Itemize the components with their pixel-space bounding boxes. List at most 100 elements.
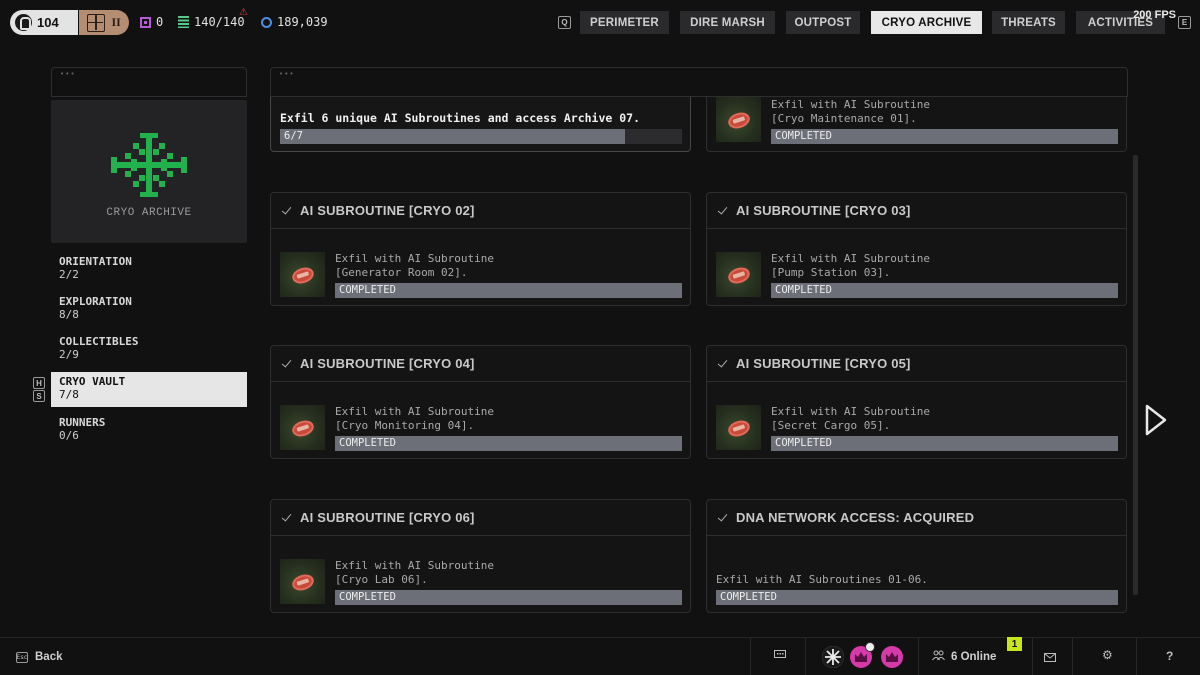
zone-emblem-label: CRYO ARCHIVE [106, 207, 192, 219]
mouse-cursor-icon [1145, 404, 1167, 436]
checkmark-icon [281, 512, 292, 523]
currency-stat: 189,039 [261, 15, 328, 29]
tab-cryo-archive[interactable]: CRYO ARCHIVE [871, 11, 982, 34]
tab-perimeter[interactable]: PERIMETER [580, 11, 669, 34]
currency-value: 189,039 [277, 15, 328, 29]
category-up-key-hint: H [33, 377, 45, 389]
completion-status: COMPLETED [775, 130, 832, 142]
warning-icon: ⚠ [239, 7, 248, 18]
tab-left-key-hint: Q [558, 16, 571, 29]
subroutine-card-cryo-01[interactable]: Exfil with AI Subroutine [Cryo Maintenan… [706, 97, 1127, 152]
chat-icon[interactable] [774, 649, 786, 663]
data-chip-icon [726, 264, 752, 287]
dna-network-access-card[interactable]: DNA NETWORK ACCESS: ACQUIRED Exfil with … [706, 499, 1127, 613]
supply-icon [178, 16, 189, 28]
card-header: AI SUBROUTINE [CRYO 02] [271, 193, 690, 229]
tab-outpost[interactable]: OUTPOST [786, 11, 860, 34]
mic-icon [865, 642, 875, 652]
divider [750, 638, 751, 675]
frame-dots-icon: ••• [279, 70, 295, 78]
completion-status: COMPLETED [720, 591, 777, 603]
party-member-avatar[interactable] [881, 646, 903, 668]
main-header-frame: ••• [270, 67, 1128, 97]
premium-currency-stat: 0 [140, 15, 163, 29]
rank-value: II [111, 15, 121, 29]
completion-bar: COMPLETED [771, 283, 1118, 298]
objective-progress-bar: 6/7 [280, 129, 682, 144]
completion-bar: COMPLETED [771, 436, 1118, 451]
player-avatar[interactable] [822, 646, 844, 668]
category-cryo-vault[interactable]: CRYO VAULT 7/8 [51, 372, 247, 407]
card-desc-line: Exfil with AI Subroutines 01-06. [716, 573, 928, 586]
cryo-archive-emblem-icon [111, 133, 187, 197]
category-name: CRYO VAULT [59, 375, 126, 388]
card-header: AI SUBROUTINE [CRYO 05] [707, 346, 1126, 382]
category-name: EXPLORATION [59, 295, 132, 308]
card-header: AI SUBROUTINE [CRYO 06] [271, 500, 690, 536]
fps-counter: 200 FPS [1133, 9, 1176, 21]
checkmark-icon [717, 205, 728, 216]
completion-status: COMPLETED [339, 437, 396, 449]
objective-progress-label: 6/7 [284, 130, 303, 142]
card-desc-line1: Exfil with AI Subroutine [771, 252, 930, 265]
card-desc-line2: [Cryo Maintenance 01]. [771, 112, 917, 125]
premium-currency-value: 0 [156, 15, 164, 29]
completion-bar: COMPLETED [335, 436, 682, 451]
card-desc-line1: Exfil with AI Subroutine [335, 405, 494, 418]
subroutine-card-cryo-06[interactable]: AI SUBROUTINE [CRYO 06] Exfil with AI Su… [270, 499, 691, 613]
premium-currency-icon [140, 16, 151, 28]
category-runners[interactable]: RUNNERS 0/6 [51, 413, 247, 448]
checkmark-icon [717, 512, 728, 523]
content-scrollbar[interactable] [1133, 155, 1138, 595]
subroutine-card-cryo-05[interactable]: AI SUBROUTINE [CRYO 05] Exfil with AI Su… [706, 345, 1127, 459]
mail-icon[interactable] [1044, 651, 1056, 665]
subroutine-card-cryo-03[interactable]: AI SUBROUTINE [CRYO 03] Exfil with AI Su… [706, 192, 1127, 306]
checkmark-icon [281, 205, 292, 216]
online-friends-count[interactable]: 6 Online [951, 651, 996, 663]
player-level-icon [15, 14, 32, 31]
player-level-badge[interactable]: 104 [10, 10, 78, 35]
back-key-hint: Esc [16, 652, 28, 663]
category-orientation[interactable]: ORIENTATION 2/2 [51, 252, 247, 287]
completion-status: COMPLETED [775, 437, 832, 449]
divider [918, 638, 919, 675]
card-title: AI SUBROUTINE [CRYO 05] [736, 356, 911, 371]
category-exploration[interactable]: EXPLORATION 8/8 [51, 292, 247, 327]
card-title: AI SUBROUTINE [CRYO 02] [300, 203, 475, 218]
card-title: AI SUBROUTINE [CRYO 06] [300, 510, 475, 525]
supply-value: 140/140 [194, 15, 245, 29]
category-progress: 0/6 [59, 429, 79, 442]
category-down-key-hint: S [33, 390, 45, 402]
category-progress: 2/2 [59, 268, 79, 281]
supply-stat: 140/140 [178, 15, 245, 29]
card-header: AI SUBROUTINE [CRYO 04] [271, 346, 690, 382]
card-title: DNA NETWORK ACCESS: ACQUIRED [736, 510, 975, 525]
subroutine-card-cryo-04[interactable]: AI SUBROUTINE [CRYO 04] Exfil with AI Su… [270, 345, 691, 459]
card-desc-line1: Exfil with AI Subroutine [335, 252, 494, 265]
back-button[interactable]: Back [35, 651, 63, 663]
subroutine-card-cryo-02[interactable]: AI SUBROUTINE [CRYO 02] Exfil with AI Su… [270, 192, 691, 306]
card-desc-line2: [Cryo Lab 06]. [335, 573, 428, 586]
card-title: AI SUBROUTINE [CRYO 03] [736, 203, 911, 218]
card-desc-line2: [Generator Room 02]. [335, 266, 468, 279]
checkmark-icon [717, 358, 728, 369]
category-name: COLLECTIBLES [59, 335, 139, 348]
completion-bar: COMPLETED [335, 283, 682, 298]
data-chip-icon [726, 417, 752, 440]
card-desc-line1: Exfil with AI Subroutine [771, 98, 930, 111]
friends-icon [932, 650, 945, 664]
completion-status: COMPLETED [339, 591, 396, 603]
rank-badge[interactable]: II [79, 10, 129, 35]
settings-gear-icon[interactable]: ⚙ [1102, 648, 1113, 662]
currency-icon [261, 16, 272, 28]
card-desc-line2: [Secret Cargo 05]. [771, 419, 891, 432]
checkmark-icon [281, 358, 292, 369]
data-chip-icon [290, 571, 316, 594]
tab-dire-marsh[interactable]: DIRE MARSH [680, 11, 775, 34]
category-progress: 8/8 [59, 308, 79, 321]
category-collectibles[interactable]: COLLECTIBLES 2/9 [51, 332, 247, 367]
help-icon[interactable]: ? [1166, 649, 1173, 663]
tab-threats[interactable]: THREATS [992, 11, 1065, 34]
zone-emblem-card: CRYO ARCHIVE [51, 100, 247, 243]
rank-crosshair-icon [87, 13, 106, 32]
